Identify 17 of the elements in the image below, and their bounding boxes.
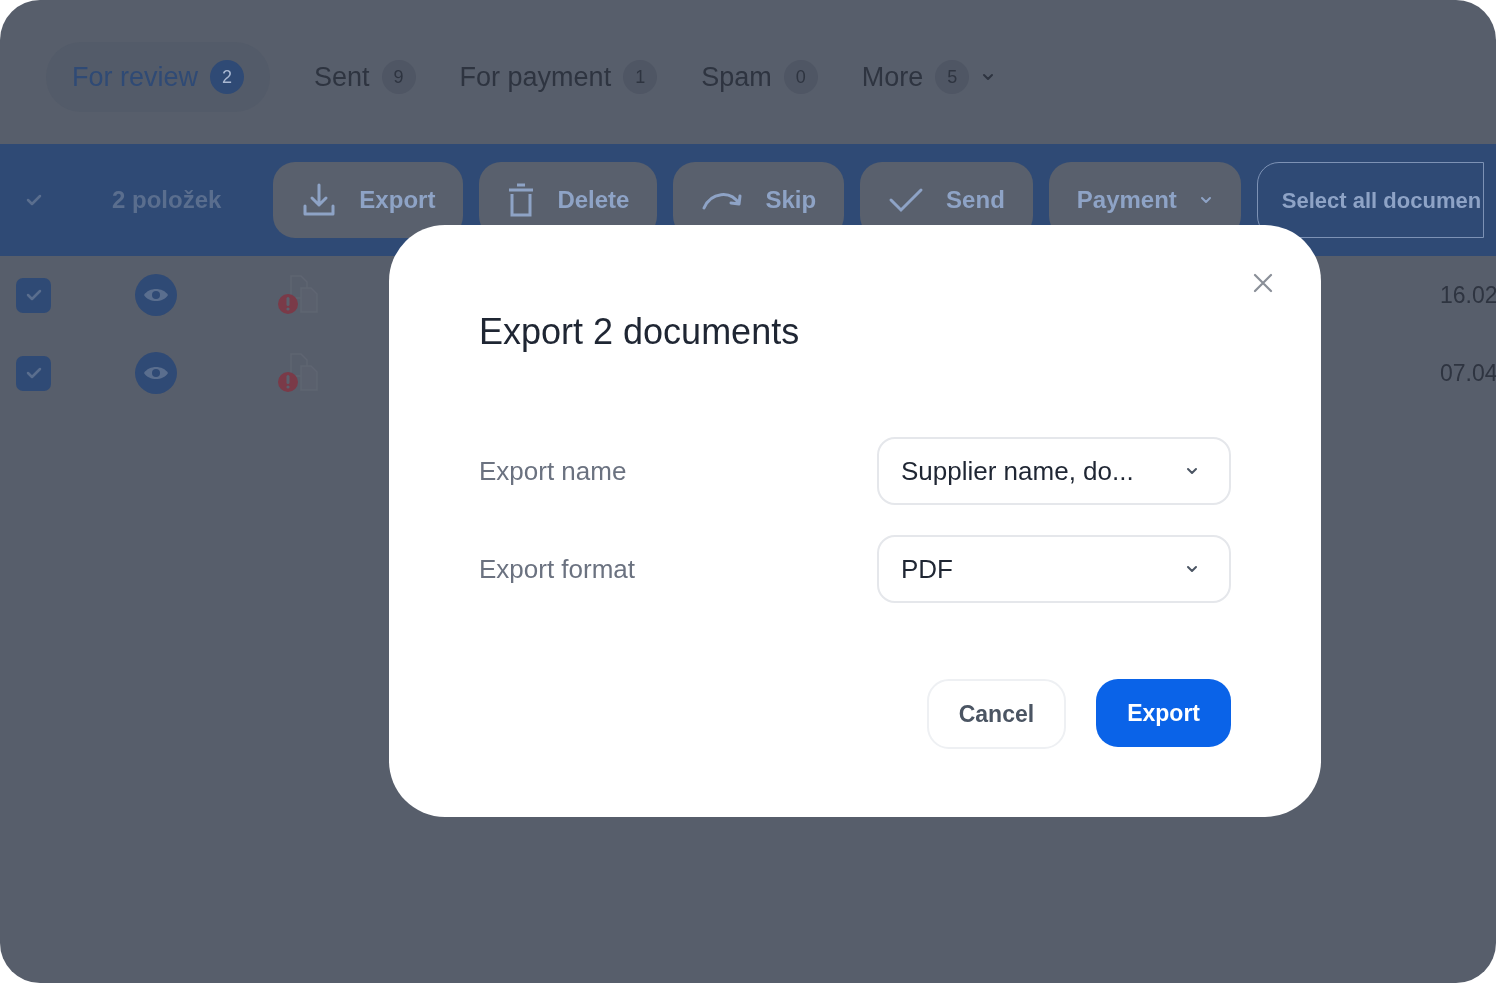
- row-checkbox[interactable]: [16, 355, 51, 391]
- select-field[interactable]: Supplier name, do...: [877, 437, 1231, 505]
- trash-icon: [507, 182, 536, 218]
- checkmark-icon: [888, 186, 925, 214]
- dialog-title: Export 2 documents: [479, 310, 801, 354]
- export-button[interactable]: Export: [1096, 679, 1231, 747]
- row-checkbox[interactable]: [16, 277, 51, 313]
- cancel-button[interactable]: Cancel: [926, 679, 1067, 749]
- field-label: Export name: [479, 454, 627, 488]
- view-icon[interactable]: [135, 274, 177, 316]
- field-label: Export format: [479, 552, 636, 586]
- close-icon[interactable]: [1251, 271, 1275, 295]
- view-icon[interactable]: [135, 352, 177, 394]
- export-button[interactable]: Export: [273, 162, 464, 238]
- export-icon: [301, 182, 338, 218]
- count-badge: 2: [210, 60, 245, 94]
- select-field[interactable]: PDF: [877, 535, 1231, 603]
